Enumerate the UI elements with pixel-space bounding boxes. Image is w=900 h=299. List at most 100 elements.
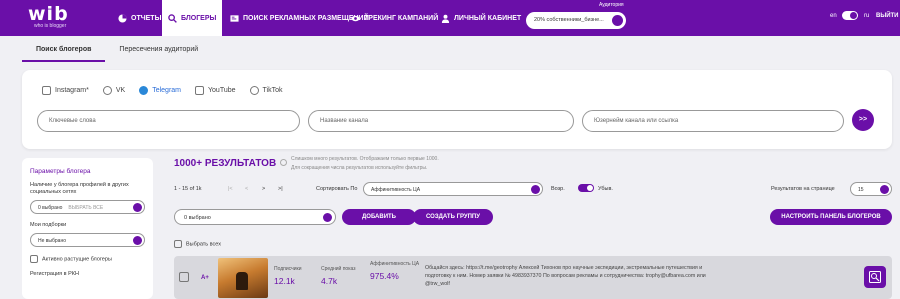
sort-select-value: Аффинитивность ЦА <box>371 187 421 193</box>
logo-subtitle: who is blogger <box>34 23 67 29</box>
network-tiktok[interactable]: TikTok <box>249 86 283 95</box>
rating-badge: A+ <box>201 275 209 281</box>
pie-chart-icon <box>118 13 127 23</box>
subscribers-metric: Подписчики 12.1k <box>274 266 302 286</box>
search-icon <box>168 13 177 23</box>
network-label: Instagram* <box>55 87 89 94</box>
prev-page-icon[interactable]: < <box>245 186 248 192</box>
affinity-label: Аффинитивность ЦА <box>370 261 420 267</box>
sort-asc-label[interactable]: Возр. <box>551 186 565 192</box>
logout-button[interactable]: ВЫЙТИ <box>876 13 899 19</box>
chevron-down-icon <box>531 185 540 194</box>
chevron-down-icon <box>133 236 142 245</box>
my-selections-value: Не выбрано <box>38 238 66 244</box>
chevron-down-icon <box>612 15 623 26</box>
per-page-value: 15 <box>858 187 864 193</box>
network-label: TikTok <box>262 87 283 94</box>
blogger-params-sidebar: Параметры блогера Наличие у блогера проф… <box>22 158 153 299</box>
nav-reports-label: ОТЧЕТЫ <box>131 14 162 22</box>
channel-name-input[interactable]: Название канала <box>308 110 574 132</box>
subscribers-value: 12.1k <box>274 276 295 286</box>
eye-icon <box>351 15 360 21</box>
network-label: VK <box>115 87 126 94</box>
logo-text: wib <box>28 3 69 25</box>
first-page-icon[interactable]: |< <box>228 186 233 192</box>
subscribers-label: Подписчики <box>274 266 302 272</box>
lang-en[interactable]: en <box>830 13 837 19</box>
sort-desc-label[interactable]: Убыв. <box>598 186 613 192</box>
sort-select[interactable]: Аффинитивность ЦА <box>363 182 543 196</box>
sort-direction-toggle[interactable] <box>578 184 594 192</box>
search-submit-button[interactable]: >> <box>852 109 874 131</box>
last-page-icon[interactable]: >| <box>278 186 283 192</box>
nav-bloggers-label: БЛОГЕРЫ <box>181 14 217 22</box>
lang-ru[interactable]: ru <box>864 13 869 19</box>
keywords-input[interactable]: Ключевые слова <box>37 110 300 132</box>
social-network-selector: Instagram* VK Telegram YouTube TikTok <box>42 86 282 95</box>
audience-select[interactable]: 20% собственники_бизне... <box>526 12 626 29</box>
results-info-line2: Для сокращения числа результатов использ… <box>291 165 428 171</box>
tab-blogger-search[interactable]: Поиск блогеров <box>22 40 106 62</box>
growing-bloggers-label: Активно растущие блогеры <box>42 256 112 263</box>
registration-label: Регистрация в РКН <box>30 271 79 277</box>
network-youtube[interactable]: YouTube <box>195 86 236 95</box>
network-instagram[interactable]: Instagram* <box>42 86 89 95</box>
nav-account[interactable]: ЛИЧНЫЙ КАБИНЕТ <box>435 0 527 36</box>
presence-select[interactable]: 0 выбрано ВЫБРАТЬ ВСЕ <box>30 200 145 214</box>
network-vk[interactable]: VK <box>102 86 126 95</box>
tiktok-icon <box>249 86 259 95</box>
create-group-button[interactable]: СОЗДАТЬ ГРУППУ <box>413 209 493 225</box>
per-page-label: Результатов на странице <box>771 186 835 192</box>
info-icon <box>280 159 287 166</box>
sort-label: Сортировать По <box>316 186 358 192</box>
select-all-option[interactable]: Выбрать всех <box>174 240 221 248</box>
channel-username-input[interactable]: Юзернейм канала или ссылка <box>582 110 844 132</box>
checkbox[interactable] <box>174 240 182 248</box>
report-search-icon <box>869 271 881 283</box>
nav-campaign-tracking-label: ТРЕКИНГ КАМПАНИЙ <box>364 14 439 22</box>
open-blogger-button[interactable] <box>864 266 886 288</box>
chevron-down-icon <box>133 203 142 212</box>
results-info-line1: Слишком много результатов. Отображаем то… <box>291 156 439 162</box>
avg-views-value: 4.7k <box>321 276 338 286</box>
per-page-select[interactable]: 15 <box>850 182 892 196</box>
results-range: 1 - 15 of 1k <box>174 186 202 192</box>
instagram-icon <box>42 86 51 95</box>
network-label: Telegram <box>152 87 181 94</box>
results-info: Слишком много результатов. Отображаем то… <box>291 155 521 173</box>
my-selections-label: Мои подборки <box>30 222 67 228</box>
add-button[interactable]: ДОБАВИТЬ <box>342 209 416 225</box>
search-panel: Instagram* VK Telegram YouTube TikTok Кл… <box>22 70 892 149</box>
affinity-metric: Аффинитивность ЦА 975.4% <box>370 261 420 281</box>
ad-icon <box>230 14 239 22</box>
channel-description: Общайся здесь: https://t.me/geotrophy Ал… <box>425 265 706 287</box>
selection-value: 0 выбрано <box>184 215 211 221</box>
channel-avatar[interactable] <box>218 258 268 298</box>
nav-campaign-tracking[interactable]: ТРЕКИНГ КАМПАНИЙ <box>345 0 444 36</box>
next-page-icon[interactable]: > <box>262 186 265 192</box>
user-icon <box>441 14 450 23</box>
tab-audience-overlap[interactable]: Пересечения аудиторий <box>105 40 212 62</box>
nav-bloggers[interactable]: БЛОГЕРЫ <box>162 0 223 36</box>
youtube-icon <box>195 86 204 95</box>
nav-account-label: ЛИЧНЫЙ КАБИНЕТ <box>454 14 522 22</box>
sidebar-title: Параметры блогера <box>30 168 91 175</box>
vk-icon <box>102 86 112 95</box>
selection-select[interactable]: 0 выбрано <box>174 209 336 225</box>
wib-logo[interactable]: wib who is blogger <box>28 3 69 30</box>
telegram-icon <box>139 86 149 95</box>
language-toggle[interactable] <box>842 11 858 20</box>
avg-views-label: Средний показ <box>321 266 356 272</box>
growing-bloggers-option[interactable]: Активно растущие блогеры <box>30 255 145 263</box>
chevron-down-icon <box>323 213 332 222</box>
top-navigation-bar: wib who is blogger ОТЧЕТЫ БЛОГЕРЫ ПОИСК … <box>0 0 900 36</box>
presence-select-value: 0 выбрано <box>38 205 63 211</box>
blogger-row[interactable]: A+ Подписчики 12.1k Средний показ 4.7k А… <box>174 256 892 299</box>
page-tabs: Поиск блогеров Пересечения аудиторий <box>22 40 212 62</box>
configure-panel-button[interactable]: НАСТРОИТЬ ПАНЕЛЬ БЛОГЕРОВ <box>770 209 892 225</box>
network-telegram[interactable]: Telegram <box>139 86 181 95</box>
my-selections-select[interactable]: Не выбрано <box>30 233 145 247</box>
row-checkbox[interactable] <box>179 272 189 282</box>
checkbox[interactable] <box>30 255 38 263</box>
nav-reports[interactable]: ОТЧЕТЫ <box>112 0 167 36</box>
